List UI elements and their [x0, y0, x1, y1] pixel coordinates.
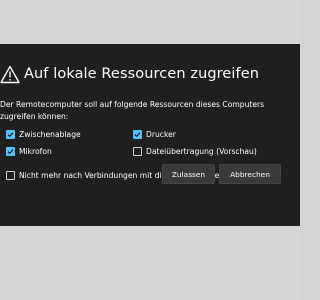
dialog-header: Auf lokale Ressourcen zugreifen: [0, 63, 259, 85]
checkbox-label-dont-ask-again: Nicht mehr nach Verbindungen mit diesem …: [19, 171, 250, 180]
dialog-title: Auf lokale Ressourcen zugreifen: [24, 66, 260, 82]
checkbox-printer[interactable]: Drucker: [133, 130, 176, 139]
checkbox-label-printer: Drucker: [146, 130, 176, 139]
allow-button[interactable]: Zulassen: [162, 164, 215, 184]
checkbox-checked-icon: [6, 130, 15, 139]
checkbox-microphone[interactable]: Mikrofon: [6, 147, 52, 156]
access-local-resources-dialog: Auf lokale Ressourcen zugreifen Der Remo…: [0, 44, 300, 226]
checkbox-file-transfer[interactable]: Dateiübertragung (Vorschau): [133, 147, 257, 156]
checkbox-label-clipboard: Zwischenablage: [19, 130, 81, 139]
checkbox-clipboard[interactable]: Zwischenablage: [6, 130, 81, 139]
checkbox-checked-icon: [133, 130, 142, 139]
dialog-description: Der Remotecomputer soll auf folgende Res…: [0, 100, 265, 121]
checkbox-label-file-transfer: Dateiübertragung (Vorschau): [146, 147, 257, 156]
checkbox-label-microphone: Mikrofon: [19, 147, 52, 156]
checkbox-unchecked-icon: [133, 147, 142, 156]
checkbox-checked-icon: [6, 147, 15, 156]
checkbox-unchecked-icon: [6, 171, 15, 180]
cancel-button[interactable]: Abbrechen: [219, 164, 281, 184]
warning-triangle-icon: [0, 65, 20, 84]
